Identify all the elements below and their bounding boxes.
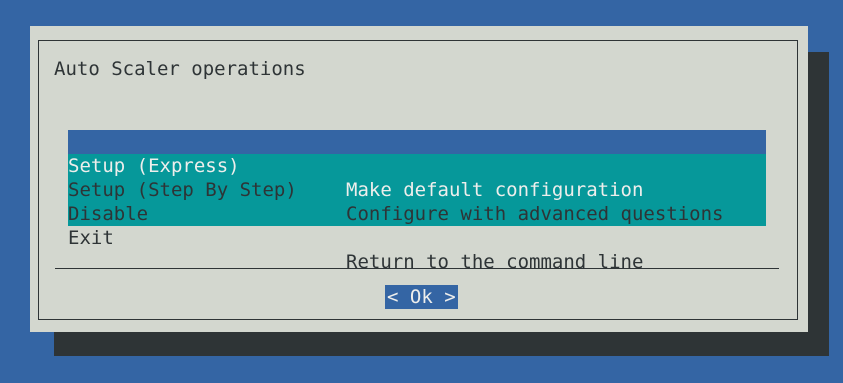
menu-item-description: Return to the command line bbox=[346, 251, 644, 273]
menu-item-tag: Exit bbox=[68, 227, 114, 249]
button-separator bbox=[55, 268, 779, 269]
dialog-title: Auto Scaler operations bbox=[54, 58, 306, 80]
menu-item-disable[interactable]: Disable bbox=[68, 178, 766, 225]
menu-item-exit[interactable]: Exit Return to the command line bbox=[68, 202, 766, 273]
menu-item-setup-express[interactable]: Setup (Express) Make default configurati… bbox=[68, 130, 766, 201]
menu-item-setup-step-by-step[interactable]: Setup (Step By Step) Configure with adva… bbox=[68, 154, 766, 225]
ok-button[interactable]: < Ok > bbox=[385, 285, 458, 309]
menu-list: Setup (Express) Make default configurati… bbox=[68, 130, 766, 273]
dialog-window: Auto Scaler operations Setup (Express) M… bbox=[30, 26, 808, 332]
